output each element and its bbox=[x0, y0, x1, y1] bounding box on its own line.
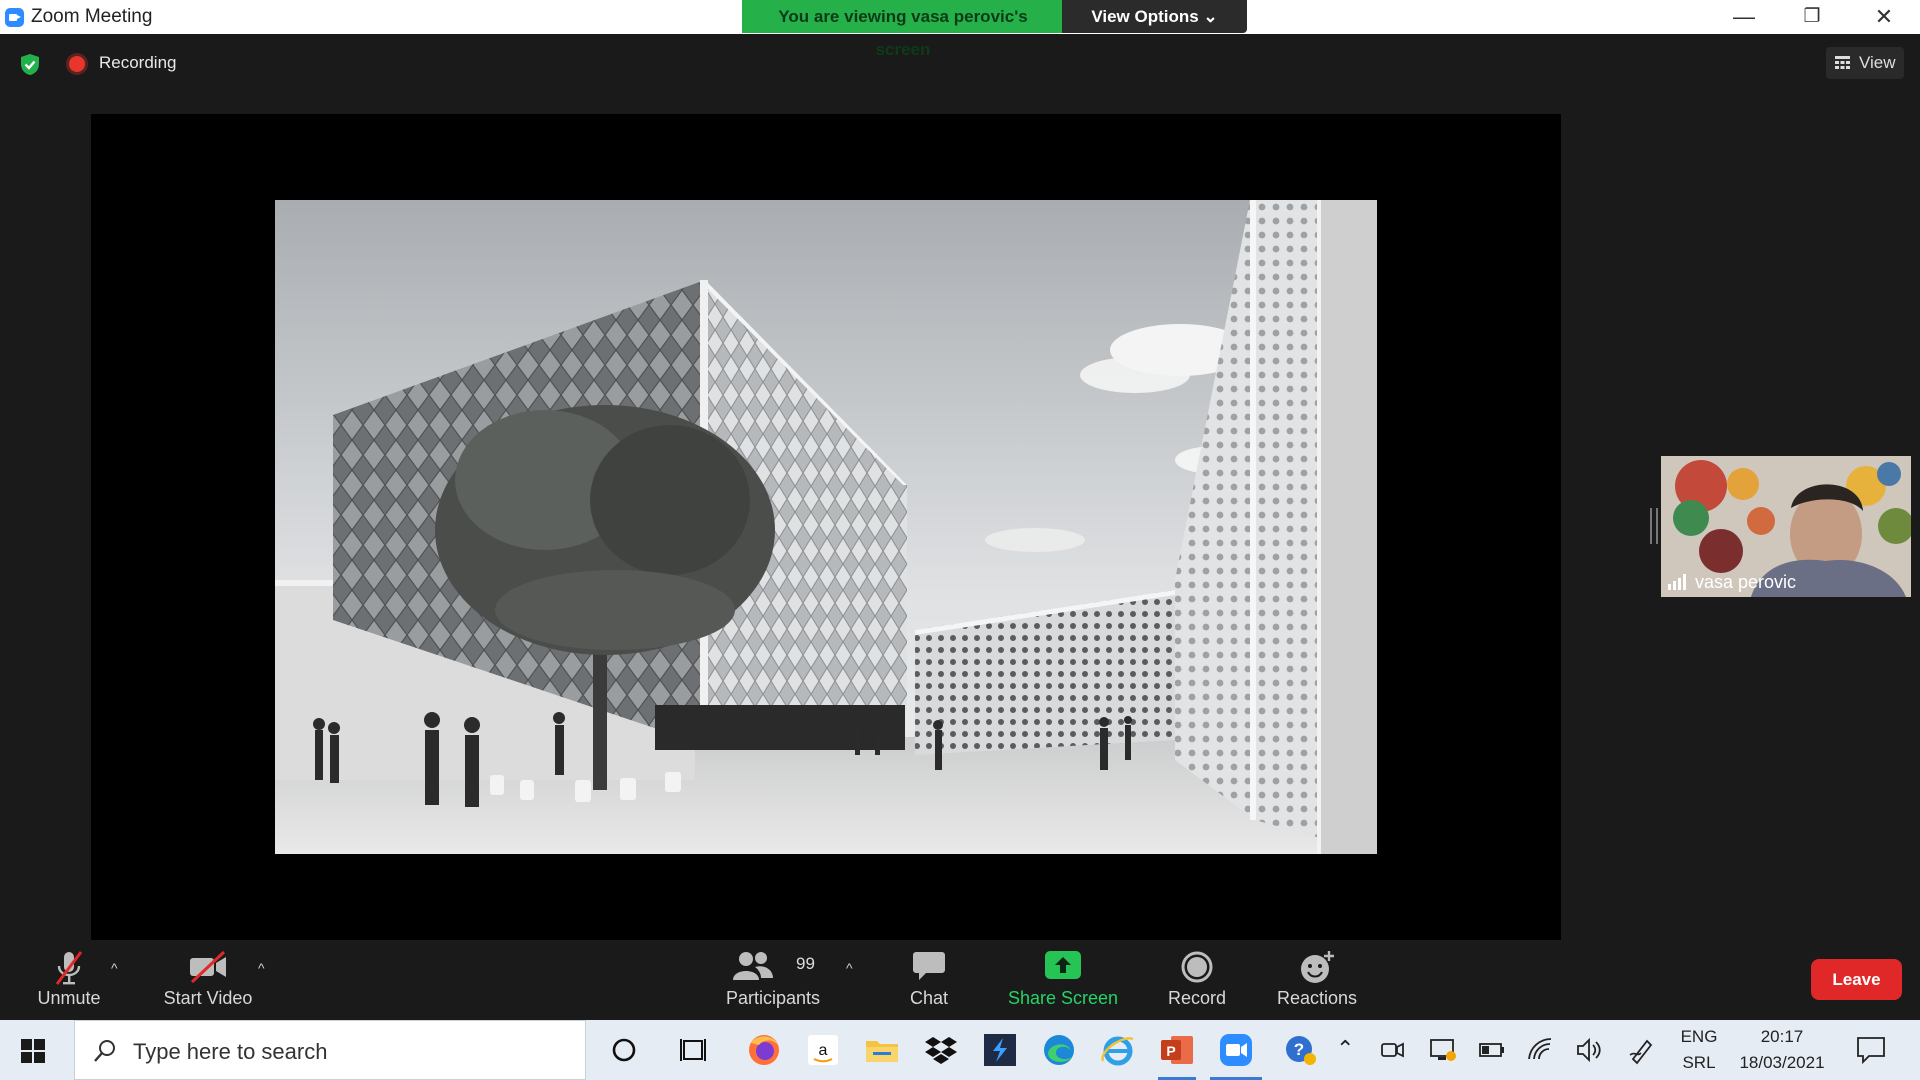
chat-button[interactable]: Chat bbox=[898, 942, 960, 1020]
participants-label: Participants bbox=[725, 988, 821, 1008]
windows-taskbar: Type here to search a P ? ⌃ ENG SRL 20:1… bbox=[0, 1020, 1920, 1080]
participants-options-caret[interactable]: ^ bbox=[846, 960, 853, 976]
thumbnail-drag-handle[interactable] bbox=[1650, 508, 1658, 544]
amazon-icon[interactable]: a bbox=[804, 1031, 842, 1069]
unmute-label: Unmute bbox=[37, 988, 101, 1008]
encryption-shield-icon[interactable] bbox=[20, 53, 40, 76]
clock-time[interactable]: 20:17 bbox=[1732, 1027, 1832, 1047]
share-screen-icon bbox=[1045, 951, 1081, 979]
chat-icon bbox=[913, 952, 945, 980]
reactions-button[interactable]: Reactions bbox=[1274, 942, 1360, 1020]
internet-explorer-icon[interactable] bbox=[1099, 1031, 1137, 1069]
share-screen-button[interactable]: Share Screen bbox=[1002, 942, 1124, 1020]
chat-label: Chat bbox=[909, 988, 949, 1008]
search-icon bbox=[94, 1040, 115, 1062]
architecture-rendering-image bbox=[275, 200, 1377, 854]
video-options-caret[interactable]: ^ bbox=[258, 960, 265, 976]
volume-icon[interactable] bbox=[1574, 1035, 1604, 1065]
task-view-icon[interactable] bbox=[676, 1031, 714, 1069]
audio-options-caret[interactable]: ^ bbox=[111, 960, 118, 976]
view-layout-button[interactable]: View bbox=[1826, 47, 1904, 79]
reactions-icon bbox=[1301, 951, 1334, 983]
file-explorer-icon[interactable] bbox=[863, 1031, 901, 1069]
recording-indicator-icon bbox=[69, 56, 85, 72]
pen-workspace-icon[interactable] bbox=[1627, 1035, 1657, 1065]
cortana-icon[interactable] bbox=[605, 1031, 643, 1069]
leave-meeting-button[interactable]: Leave bbox=[1811, 959, 1902, 1000]
grid-view-icon bbox=[1835, 56, 1850, 69]
firefox-icon[interactable] bbox=[745, 1031, 783, 1069]
powerpoint-icon[interactable]: P bbox=[1158, 1031, 1196, 1069]
windows-start-icon[interactable] bbox=[21, 1039, 45, 1063]
close-button[interactable]: ✕ bbox=[1856, 0, 1912, 34]
meet-now-icon[interactable] bbox=[1377, 1035, 1407, 1065]
zoom-app-icon bbox=[5, 8, 24, 27]
participants-icon bbox=[733, 952, 774, 980]
shared-slide-image bbox=[275, 200, 1377, 854]
dropbox-icon[interactable] bbox=[922, 1031, 960, 1069]
meeting-toolbar: Unmute ^ Start Video ^ 99 Participants ^… bbox=[0, 942, 1920, 1020]
signal-strength-icon bbox=[1668, 574, 1686, 590]
battery-icon[interactable] bbox=[1477, 1035, 1507, 1065]
recording-label: Recording bbox=[99, 53, 177, 72]
zoom-taskbar-icon[interactable] bbox=[1217, 1031, 1255, 1069]
shared-screen-area bbox=[91, 114, 1561, 940]
share-screen-label: Share Screen bbox=[1007, 988, 1119, 1008]
help-icon[interactable]: ? bbox=[1282, 1031, 1320, 1069]
video-off-icon bbox=[190, 950, 226, 984]
start-video-button[interactable]: Start Video bbox=[158, 942, 258, 1020]
language-indicator-top[interactable]: ENG bbox=[1676, 1027, 1722, 1047]
start-video-label: Start Video bbox=[163, 988, 253, 1008]
notifications-icon[interactable] bbox=[1855, 1034, 1887, 1066]
language-indicator-bottom[interactable]: SRL bbox=[1676, 1053, 1722, 1073]
svg-text:?: ? bbox=[1294, 1040, 1304, 1059]
participants-button[interactable]: 99 Participants bbox=[718, 942, 828, 1020]
wifi-icon[interactable] bbox=[1525, 1035, 1555, 1065]
minimize-button[interactable]: — bbox=[1716, 0, 1772, 34]
svg-text:P: P bbox=[1166, 1043, 1175, 1059]
search-placeholder: Type here to search bbox=[133, 1039, 328, 1064]
record-button[interactable]: Record bbox=[1160, 942, 1234, 1020]
view-label: View bbox=[1859, 53, 1896, 72]
show-hidden-icons-chevron[interactable]: ⌃ bbox=[1336, 1036, 1354, 1062]
microphone-muted-icon bbox=[55, 951, 83, 985]
record-label: Record bbox=[1167, 988, 1227, 1008]
record-icon bbox=[1181, 951, 1213, 983]
viewing-screen-message: You are viewing vasa perovic's screen bbox=[742, 0, 1062, 59]
taskbar-search-box[interactable]: Type here to search bbox=[74, 1020, 586, 1080]
screen-share-banner: You are viewing vasa perovic's screen Vi… bbox=[742, 0, 1247, 59]
unmute-button[interactable]: Unmute bbox=[28, 942, 110, 1020]
svg-text:a: a bbox=[819, 1042, 828, 1059]
view-options-button[interactable]: View Options ⌄ bbox=[1062, 0, 1247, 33]
edge-browser-icon[interactable] bbox=[1040, 1031, 1078, 1069]
reactions-label: Reactions bbox=[1276, 988, 1358, 1008]
restore-button[interactable]: ❐ bbox=[1784, 0, 1840, 34]
app-s-icon[interactable] bbox=[981, 1031, 1019, 1069]
window-title: Zoom Meeting bbox=[31, 6, 153, 27]
participant-video-thumbnail[interactable]: vasa perovic bbox=[1661, 456, 1911, 597]
clock-date[interactable]: 18/03/2021 bbox=[1732, 1053, 1832, 1073]
participant-name: vasa perovic bbox=[1695, 572, 1797, 592]
display-settings-icon[interactable] bbox=[1428, 1035, 1458, 1065]
participant-count: 99 bbox=[796, 954, 815, 973]
